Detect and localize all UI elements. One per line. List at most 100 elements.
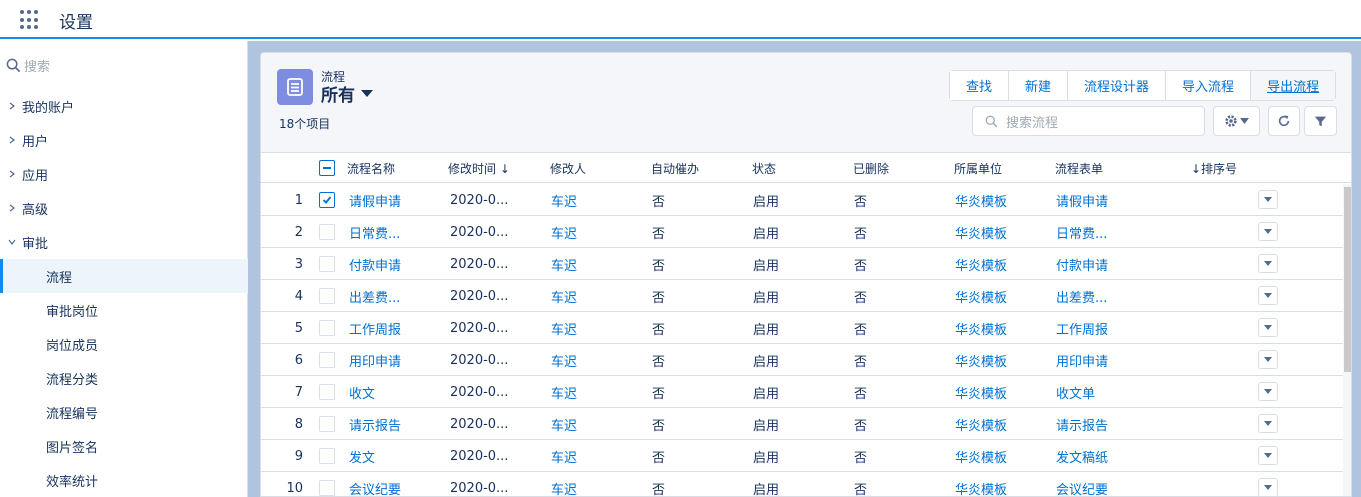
cell-unit[interactable]: 华炎模板 bbox=[955, 472, 1007, 497]
row-actions-menu[interactable] bbox=[1258, 478, 1278, 496]
cell-name[interactable]: 工作周报 bbox=[349, 312, 401, 344]
sidebar-item-advanced[interactable]: 高级 bbox=[0, 191, 248, 225]
cell-modifier[interactable]: 车迟 bbox=[551, 216, 577, 248]
sidebar-subitem-efficiency-stats[interactable]: 效率统计 bbox=[0, 463, 248, 497]
row-checkbox[interactable] bbox=[319, 256, 335, 272]
cell-form[interactable]: 请示报告 bbox=[1056, 408, 1108, 440]
column-header-status[interactable]: 状态 bbox=[752, 153, 776, 183]
row-actions-menu[interactable] bbox=[1258, 414, 1278, 433]
filter-button[interactable] bbox=[1304, 106, 1337, 136]
sidebar-subitem-approval-position[interactable]: 审批岗位 bbox=[0, 293, 248, 327]
row-actions-menu[interactable] bbox=[1258, 190, 1278, 209]
sidebar-subitem-process-number[interactable]: 流程编号 bbox=[0, 395, 248, 429]
cell-unit[interactable]: 华炎模板 bbox=[955, 440, 1007, 472]
refresh-button[interactable] bbox=[1268, 106, 1300, 136]
cell-modifier[interactable]: 车迟 bbox=[551, 184, 577, 216]
scrollbar-thumb[interactable] bbox=[1344, 187, 1351, 372]
row-actions-menu[interactable] bbox=[1258, 286, 1278, 305]
cell-modifier[interactable]: 车迟 bbox=[551, 472, 577, 497]
row-checkbox[interactable] bbox=[319, 448, 335, 464]
column-header-auto-remind[interactable]: 自动催办 bbox=[651, 153, 699, 183]
process-designer-button[interactable]: 流程设计器 bbox=[1068, 71, 1167, 100]
sidebar-search-input[interactable]: 搜索 bbox=[6, 55, 50, 75]
column-header-modified-time[interactable]: 修改时间 ↓ bbox=[448, 153, 510, 183]
cell-unit[interactable]: 华炎模板 bbox=[955, 216, 1007, 248]
row-actions-menu[interactable] bbox=[1258, 318, 1278, 337]
column-header-deleted[interactable]: 已删除 bbox=[853, 153, 889, 183]
row-actions-menu[interactable] bbox=[1258, 382, 1278, 401]
cell-form[interactable]: 日常费... bbox=[1056, 216, 1107, 248]
cell-name[interactable]: 请假申请 bbox=[349, 184, 401, 216]
row-checkbox[interactable] bbox=[319, 416, 335, 432]
app-launcher-icon[interactable] bbox=[20, 10, 40, 30]
cell-form[interactable]: 收文单 bbox=[1056, 376, 1095, 408]
cell-form[interactable]: 工作周报 bbox=[1056, 312, 1108, 344]
column-header-modifier[interactable]: 修改人 bbox=[550, 153, 586, 183]
sidebar-subitem-position-members[interactable]: 岗位成员 bbox=[0, 327, 248, 361]
list-view-picker[interactable]: 所有 bbox=[321, 81, 373, 106]
sidebar-item-approval[interactable]: 审批 bbox=[0, 225, 248, 259]
row-checkbox[interactable] bbox=[319, 192, 335, 208]
find-button[interactable]: 查找 bbox=[950, 71, 1010, 100]
cell-name[interactable]: 用印申请 bbox=[349, 344, 401, 376]
cell-modifier[interactable]: 车迟 bbox=[551, 344, 577, 376]
sidebar-subitem-process-category[interactable]: 流程分类 bbox=[0, 361, 248, 395]
cell-unit[interactable]: 华炎模板 bbox=[955, 184, 1007, 216]
cell-unit[interactable]: 华炎模板 bbox=[955, 248, 1007, 280]
row-checkbox[interactable] bbox=[319, 384, 335, 400]
sidebar-item-users[interactable]: 用户 bbox=[0, 123, 248, 157]
column-header-form[interactable]: 流程表单 bbox=[1055, 153, 1103, 183]
cell-unit[interactable]: 华炎模板 bbox=[955, 408, 1007, 440]
cell-form[interactable]: 付款申请 bbox=[1056, 248, 1108, 280]
row-actions-menu[interactable] bbox=[1258, 254, 1278, 273]
row-actions-menu[interactable] bbox=[1258, 350, 1278, 369]
sidebar-subitem-image-signature[interactable]: 图片签名 bbox=[0, 429, 248, 463]
cell-name[interactable]: 付款申请 bbox=[349, 248, 401, 280]
cell-name[interactable]: 请示报告 bbox=[349, 408, 401, 440]
sidebar-subitem-process[interactable]: 流程 bbox=[0, 259, 248, 293]
cell-modifier[interactable]: 车迟 bbox=[551, 248, 577, 280]
row-checkbox[interactable] bbox=[319, 224, 335, 240]
cell-auto-remind: 否 bbox=[652, 450, 666, 466]
import-process-button[interactable]: 导入流程 bbox=[1166, 71, 1252, 100]
cell-modifier[interactable]: 车迟 bbox=[551, 440, 577, 472]
row-checkbox[interactable] bbox=[319, 320, 335, 336]
cell-name[interactable]: 收文 bbox=[349, 376, 375, 408]
new-button[interactable]: 新建 bbox=[1009, 71, 1069, 100]
cell-name[interactable]: 会议纪要 bbox=[349, 472, 401, 497]
cell-form[interactable]: 请假申请 bbox=[1056, 184, 1108, 216]
cell-name[interactable]: 日常费... bbox=[349, 216, 400, 248]
cell-unit[interactable]: 华炎模板 bbox=[955, 312, 1007, 344]
sidebar-item-apps[interactable]: 应用 bbox=[0, 157, 248, 191]
column-header-unit[interactable]: 所属单位 bbox=[954, 153, 1002, 183]
cell-unit[interactable]: 华炎模板 bbox=[955, 376, 1007, 408]
table-scrollbar[interactable] bbox=[1343, 184, 1351, 496]
list-settings-button[interactable] bbox=[1213, 106, 1260, 136]
row-checkbox[interactable] bbox=[319, 352, 335, 368]
cell-modifier[interactable]: 车迟 bbox=[551, 280, 577, 312]
row-checkbox[interactable] bbox=[319, 480, 335, 496]
cell-unit[interactable]: 华炎模板 bbox=[955, 280, 1007, 312]
cell-modifier[interactable]: 车迟 bbox=[551, 376, 577, 408]
sidebar-item-my-account[interactable]: 我的账户 bbox=[0, 89, 248, 123]
cell-deleted: 否 bbox=[854, 418, 868, 434]
cell-modifier[interactable]: 车迟 bbox=[551, 408, 577, 440]
row-checkbox[interactable] bbox=[319, 288, 335, 304]
column-header-sort-order[interactable]: ↓排序号 bbox=[1191, 153, 1237, 183]
export-process-button[interactable]: 导出流程 bbox=[1251, 71, 1336, 100]
cell-form[interactable]: 发文稿纸 bbox=[1056, 440, 1108, 472]
sidebar-search-placeholder: 搜索 bbox=[24, 59, 51, 75]
row-number: 7 bbox=[294, 384, 303, 400]
cell-modifier[interactable]: 车迟 bbox=[551, 312, 577, 344]
cell-name[interactable]: 出差费... bbox=[349, 280, 400, 312]
list-search-input[interactable]: 搜索流程 bbox=[972, 106, 1205, 136]
row-actions-menu[interactable] bbox=[1258, 446, 1278, 465]
cell-form[interactable]: 出差费... bbox=[1056, 280, 1107, 312]
row-actions-menu[interactable] bbox=[1258, 222, 1278, 241]
column-header-name[interactable]: 流程名称 bbox=[347, 153, 395, 183]
cell-form[interactable]: 会议纪要 bbox=[1056, 472, 1108, 497]
cell-name[interactable]: 发文 bbox=[349, 440, 375, 472]
select-all-checkbox[interactable] bbox=[319, 160, 335, 176]
cell-unit[interactable]: 华炎模板 bbox=[955, 344, 1007, 376]
cell-form[interactable]: 用印申请 bbox=[1056, 344, 1108, 376]
